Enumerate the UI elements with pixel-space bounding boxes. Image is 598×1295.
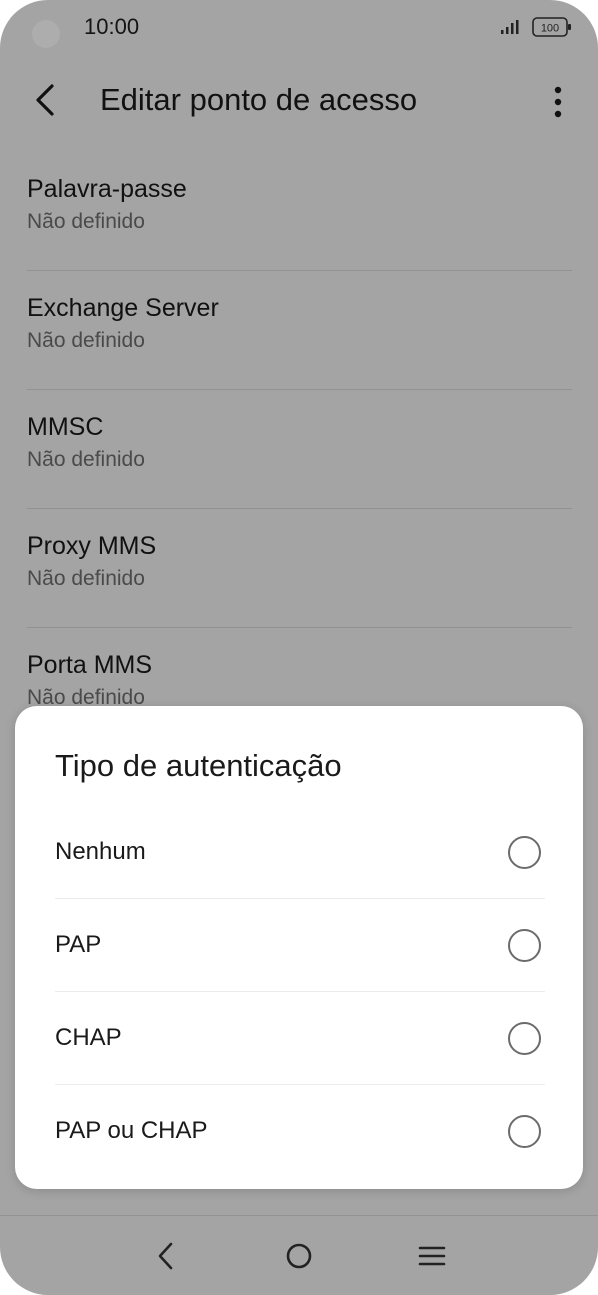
option-pap[interactable]: PAP — [55, 899, 545, 992]
option-chap[interactable]: CHAP — [55, 992, 545, 1085]
radio-button[interactable] — [508, 929, 541, 962]
radio-button[interactable] — [508, 1115, 541, 1148]
authentication-type-dialog: Tipo de autenticação Nenhum PAP CHAP PAP… — [15, 706, 583, 1189]
phone-screen: 10:00 100 Editar ponto de acesso Palavra… — [0, 0, 598, 1295]
option-label: PAP ou CHAP — [55, 1117, 208, 1144]
radio-button[interactable] — [508, 1022, 541, 1055]
option-label: PAP — [55, 931, 102, 958]
option-none[interactable]: Nenhum — [55, 806, 545, 899]
radio-options: Nenhum PAP CHAP PAP ou CHAP — [55, 806, 545, 1178]
radio-button[interactable] — [508, 836, 541, 869]
dialog-title: Tipo de autenticação — [55, 748, 342, 783]
option-pap-or-chap[interactable]: PAP ou CHAP — [55, 1085, 545, 1178]
option-label: CHAP — [55, 1024, 122, 1051]
option-label: Nenhum — [55, 838, 146, 865]
